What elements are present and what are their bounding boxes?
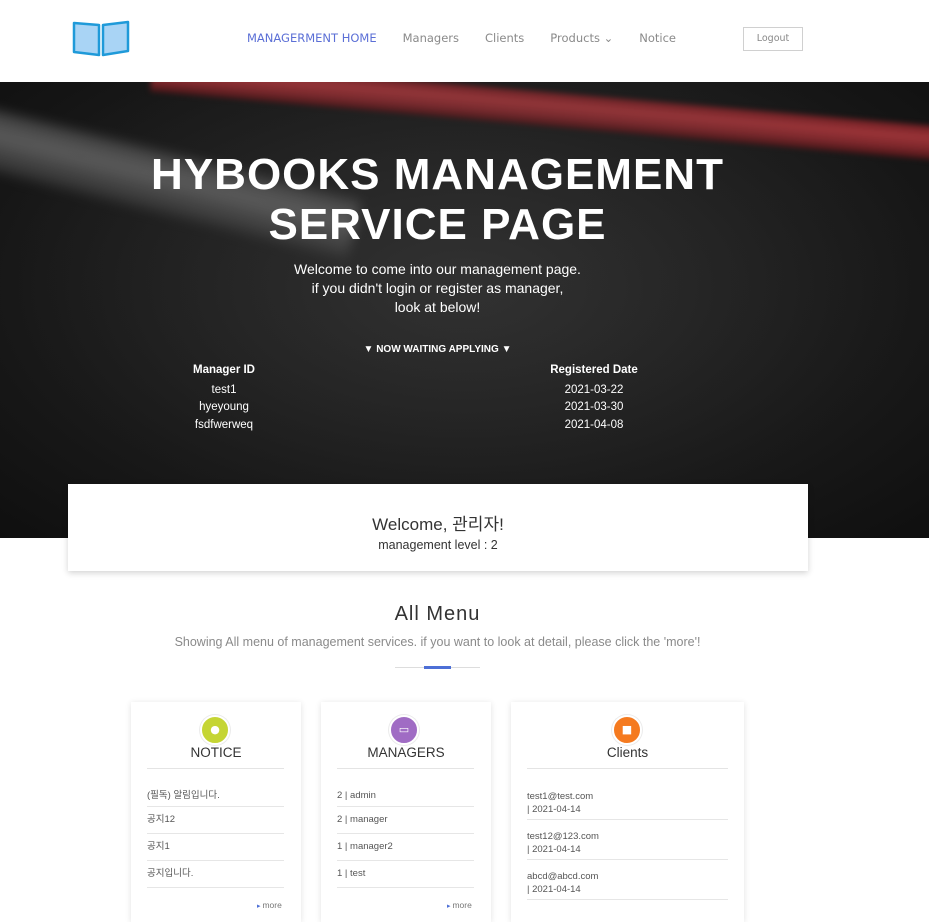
logout-button[interactable]: Logout [743, 27, 803, 51]
notice-card: ● NOTICE (필독) 알림입니다. 공지12 공지1 공지입니다. mor… [131, 702, 301, 922]
nav-management-home[interactable]: MANAGERMENT HOME [247, 31, 377, 45]
hero-banner: HYBOOKS MANAGEMENT SERVICE PAGE Welcome … [0, 82, 929, 538]
section-subtitle: Showing All menu of management services.… [174, 635, 701, 649]
laptop-icon: ▭ [389, 715, 419, 745]
list-item[interactable]: 2 | manager [337, 807, 474, 834]
table-cell: test1 [211, 383, 237, 396]
table-cell: 2021-04-08 [564, 418, 624, 431]
list-item[interactable]: 1 | manager2 [337, 834, 474, 861]
list-item[interactable]: test12@123.com | 2021-04-14 [527, 820, 728, 860]
management-level: management level : 2 [378, 538, 498, 552]
nav-clients[interactable]: Clients [485, 31, 524, 45]
section-title: All Menu [394, 603, 481, 625]
list-item[interactable]: (필독) 알림입니다. [147, 780, 284, 807]
managers-card: ▭ MANAGERS 2 | admin 2 | manager 1 | man… [321, 702, 491, 922]
briefcase-icon: ■ [612, 715, 642, 745]
list-item[interactable]: 공지12 [147, 807, 284, 834]
list-item[interactable]: 공지입니다. [147, 861, 284, 888]
waiting-manager-id-column: Manager ID test1 hyeyoung fsdfwerweq [178, 362, 270, 434]
column-header: Registered Date [550, 364, 638, 376]
main-menu: MANAGERMENT HOME Managers Clients Produc… [247, 31, 702, 45]
card-title: NOTICE [190, 745, 242, 760]
nav-notice[interactable]: Notice [639, 31, 676, 45]
book-logo-icon[interactable] [72, 19, 130, 57]
clients-card: ■ Clients test1@test.com | 2021-04-14 te… [511, 702, 744, 922]
table-cell: hyeyoung [199, 401, 249, 413]
waiting-applying-heading: ▼ NOW WAITING APPLYING ▼ [363, 344, 512, 355]
card-title: MANAGERS [367, 745, 445, 760]
waiting-registered-date-column: Registered Date 2021-03-22 2021-03-30 20… [544, 362, 644, 434]
list-item[interactable]: 공지1 [147, 834, 284, 861]
welcome-greeting: Welcome, 관리자! [372, 515, 504, 534]
nav-managers[interactable]: Managers [403, 31, 459, 45]
column-header: Manager ID [193, 364, 255, 376]
list-item[interactable]: 2 | admin [337, 780, 474, 807]
notice-more-link[interactable]: more [257, 900, 281, 910]
hero-subtitle: Welcome to come into our management page… [294, 261, 581, 315]
card-title: Clients [606, 745, 649, 760]
list-item[interactable]: test1@test.com | 2021-04-14 [527, 780, 728, 820]
list-item[interactable]: abcd@abcd.com | 2021-04-14 [527, 860, 728, 900]
nav-products[interactable]: Products ⌄ [550, 31, 613, 45]
table-cell: 2021-03-30 [564, 401, 624, 413]
table-cell: fsdfwerweq [194, 418, 254, 431]
bell-icon: ● [200, 715, 230, 745]
table-cell: 2021-03-22 [564, 383, 624, 396]
welcome-card: Welcome, 관리자! management level : 2 [68, 484, 808, 571]
list-item[interactable]: 1 | test [337, 861, 474, 888]
hero-title: HYBOOKS MANAGEMENT SERVICE PAGE [151, 150, 724, 249]
top-navbar: MANAGERMENT HOME Managers Clients Produc… [0, 0, 929, 82]
managers-more-link[interactable]: more [447, 900, 471, 910]
section-divider [395, 666, 480, 669]
